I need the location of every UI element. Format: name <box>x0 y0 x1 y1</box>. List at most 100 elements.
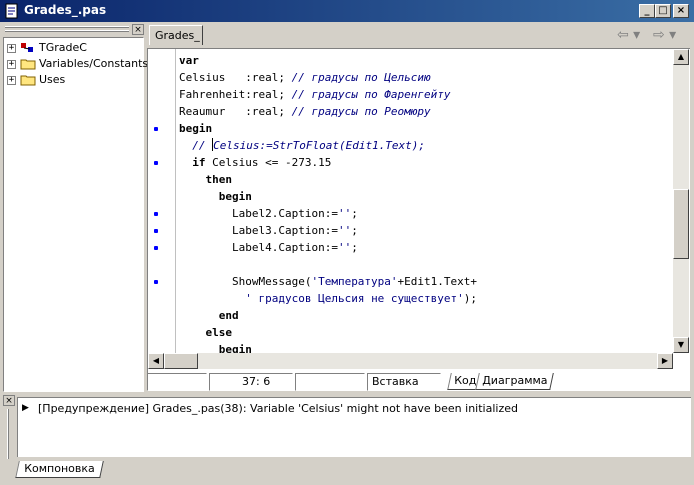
insert-mode: Вставка <box>367 373 441 391</box>
code-line[interactable]: ShowMessage('Температура'+Edit1.Text+ <box>179 273 477 290</box>
editor-gutter[interactable] <box>148 49 176 353</box>
code-line[interactable]: var <box>179 52 477 69</box>
window-titlebar: Grades_.pas _ □ × <box>0 0 694 22</box>
close-window-button[interactable]: × <box>673 4 689 18</box>
code-line[interactable]: ' градусов Цельсия не существует'); <box>179 290 477 307</box>
gutter-divider <box>175 49 176 353</box>
keyword-token: end <box>218 309 239 322</box>
code-token: ); <box>463 292 478 305</box>
messages-panel: × ▶ [Предупреждение] Grades_.pas(38): Va… <box>3 395 691 482</box>
breakpoint-dot-icon[interactable] <box>154 212 158 216</box>
code-token: ; <box>351 241 358 254</box>
code-token: Label4.Caption:= <box>179 241 338 254</box>
expand-icon[interactable]: + <box>7 60 16 69</box>
scroll-left-icon[interactable]: ◀ <box>148 353 164 369</box>
scroll-down-icon[interactable]: ▼ <box>673 337 689 353</box>
breakpoint-dot-icon[interactable] <box>154 161 158 165</box>
code-line[interactable]: Fahrenheit:real; // градусы по Фаренгейт… <box>179 86 477 103</box>
code-explorer-panel: × + TGradeC + Variables/Constants + Uses <box>3 24 148 392</box>
tab-diagram-label: Диаграмма <box>482 374 548 387</box>
code-token: Reaumur :real; <box>179 105 292 118</box>
string-token: 'Температура' <box>311 275 398 288</box>
editor-tabbar: Grades_ ⇦ ▾ ⇨ ▾ <box>147 24 690 48</box>
code-area[interactable]: var Celsius :real; // градусы по Цельсию F… <box>147 48 690 391</box>
folder-icon <box>20 59 36 70</box>
minimize-button[interactable]: _ <box>639 4 655 18</box>
breakpoint-dot-icon[interactable] <box>154 229 158 233</box>
tab-diagram[interactable]: Диаграмма <box>475 373 555 390</box>
tree-item-label: Variables/Constants <box>39 57 149 70</box>
expand-icon[interactable]: + <box>7 76 16 85</box>
string-token: '' <box>337 241 352 254</box>
code-line[interactable]: if Celsius <= -273.15 <box>179 154 477 171</box>
scroll-up-icon[interactable]: ▲ <box>673 49 689 65</box>
tree-item-variables-constants[interactable]: + Variables/Constants <box>7 56 148 72</box>
close-messages-button[interactable]: × <box>3 395 15 406</box>
breakpoint-dot-icon[interactable] <box>154 127 158 131</box>
panel-header: × <box>3 24 144 36</box>
tree-item-label: Uses <box>39 73 66 86</box>
comment-token: Celsius:=StrToFloat(Edit1.Text); <box>213 139 426 152</box>
code-explorer-tree: + TGradeC + Variables/Constants + Uses <box>3 37 148 392</box>
keyword-token: then <box>205 173 233 186</box>
panel-grip[interactable] <box>5 26 129 28</box>
code-line[interactable]: // Celsius:=StrToFloat(Edit1.Text); <box>179 137 477 154</box>
comment-token: // <box>179 139 213 152</box>
string-token: ' градусов Цельсия не существует' <box>245 292 464 305</box>
code-token: Fahrenheit:real; <box>179 88 292 101</box>
tab-code-label: Код <box>454 374 477 387</box>
breakpoint-dot-icon[interactable] <box>154 280 158 284</box>
code-text[interactable]: var Celsius :real; // градусы по Цельсию F… <box>179 52 477 358</box>
message-item[interactable]: [Предупреждение] Grades_.pas(38): Variab… <box>38 402 518 415</box>
string-token: '' <box>337 224 352 237</box>
tab-grades[interactable]: Grades_ <box>149 25 203 45</box>
code-token: ShowMessage( <box>179 275 312 288</box>
panel-grip[interactable] <box>5 30 129 32</box>
tab-layout[interactable]: Компоновка <box>15 461 104 478</box>
maximize-button[interactable]: □ <box>655 4 671 18</box>
code-line[interactable]: begin <box>179 188 477 205</box>
code-token: Label2.Caption:= <box>179 207 338 220</box>
back-arrow-icon[interactable]: ⇦ ▾ <box>617 27 640 43</box>
keyword-token: var <box>179 54 199 67</box>
class-icon <box>21 43 33 52</box>
vertical-scroll-thumb[interactable] <box>673 189 689 259</box>
expand-icon[interactable]: + <box>7 44 16 53</box>
messages-side-header: × <box>3 395 15 465</box>
breakpoint-dot-icon[interactable] <box>154 246 158 250</box>
panel-grip[interactable] <box>7 409 9 459</box>
keyword-token: begin <box>218 190 252 203</box>
horizontal-scrollbar[interactable]: ◀ ▶ <box>148 353 673 369</box>
message-arrow-icon: ▶ <box>22 403 29 413</box>
tree-item-uses[interactable]: + Uses <box>7 72 143 88</box>
horizontal-scroll-thumb[interactable] <box>164 353 198 369</box>
forward-arrow-icon[interactable]: ⇨ ▾ <box>653 27 676 43</box>
code-line[interactable] <box>179 256 477 273</box>
tree-item-label: TGradeC <box>39 41 87 54</box>
code-line[interactable]: Label4.Caption:=''; <box>179 239 477 256</box>
code-line[interactable]: Label2.Caption:=''; <box>179 205 477 222</box>
code-line[interactable]: begin <box>179 120 477 137</box>
close-panel-button[interactable]: × <box>132 24 144 35</box>
editor-statusbar: 37: 6 Вставка Код Диаграмма <box>147 372 690 392</box>
code-line[interactable]: Label3.Caption:=''; <box>179 222 477 239</box>
code-line[interactable]: else <box>179 324 477 341</box>
status-cell-modified <box>295 373 365 391</box>
scroll-right-icon[interactable]: ▶ <box>657 353 673 369</box>
code-editor: Grades_ ⇦ ▾ ⇨ ▾ var Celsius :real; // гра… <box>147 24 690 394</box>
code-line[interactable]: end <box>179 307 477 324</box>
comment-token: // градусы по Цельсию <box>291 71 431 84</box>
code-token: Celsius :real; <box>179 71 292 84</box>
code-line[interactable]: Reaumur :real; // градусы по Реомюру <box>179 103 477 120</box>
messages-list: ▶ [Предупреждение] Grades_.pas(38): Vari… <box>17 397 691 457</box>
vertical-scrollbar[interactable]: ▲ ▼ <box>673 49 689 353</box>
tab-layout-label: Компоновка <box>24 462 95 475</box>
keyword-token: begin <box>179 122 213 135</box>
code-line[interactable]: Celsius :real; // градусы по Цельсию <box>179 69 477 86</box>
tree-item-tgradec[interactable]: + TGradeC <box>7 40 143 56</box>
code-line[interactable]: then <box>179 171 477 188</box>
